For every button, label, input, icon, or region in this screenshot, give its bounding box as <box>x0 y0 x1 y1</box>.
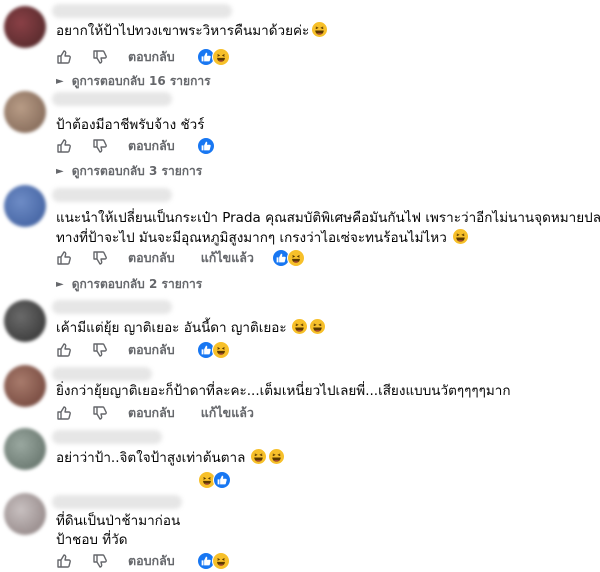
avatar[interactable] <box>4 91 46 133</box>
chevron-right-icon: ► <box>56 165 64 177</box>
reply-button[interactable]: ตอบกลับ <box>128 551 175 571</box>
reply-button[interactable]: ตอบกลับ <box>128 403 175 423</box>
comment-actions: ตอบกลับ <box>56 46 201 68</box>
reply-button[interactable]: ตอบกลับ <box>128 340 175 360</box>
thumbs-down-icon[interactable] <box>92 405 108 421</box>
commenter-name[interactable] <box>52 300 172 314</box>
reaction-summary[interactable] <box>197 340 230 360</box>
avatar[interactable] <box>4 428 46 470</box>
comment-text: อย่าว่าป้า..จิตใจป้าสูงเท่าต้นตาล <box>56 447 285 470</box>
chevron-right-icon: ► <box>56 278 64 290</box>
thumbs-up-icon[interactable] <box>56 553 72 569</box>
commenter-name[interactable] <box>52 495 182 509</box>
comment-actions: ตอบกลับ <box>56 135 201 157</box>
like-reaction-icon <box>197 137 215 155</box>
reply-button[interactable]: ตอบกลับ <box>128 248 175 268</box>
haha-emoji-icon <box>251 449 267 464</box>
thumbs-down-icon[interactable] <box>92 49 108 65</box>
commenter-name[interactable] <box>52 430 162 444</box>
comment-text: ป้าชอบ ที่วัด <box>56 532 128 548</box>
thumbs-down-icon[interactable] <box>92 138 108 154</box>
thumbs-up-icon[interactable] <box>56 405 72 421</box>
view-replies-link[interactable]: ► ดูการตอบกลับ 16 รายการ <box>56 72 211 90</box>
edited-label[interactable]: แก้ไขแล้ว <box>201 248 254 268</box>
chevron-right-icon: ► <box>56 75 64 87</box>
haha-reaction-icon <box>212 48 230 66</box>
thumbs-up-icon[interactable] <box>56 138 72 154</box>
commenter-name[interactable] <box>52 4 232 18</box>
haha-emoji-icon <box>291 319 307 334</box>
reaction-summary[interactable] <box>197 136 215 156</box>
sweat-smile-emoji-icon <box>452 229 468 244</box>
reaction-summary[interactable] <box>272 248 305 268</box>
haha-emoji-icon <box>309 319 325 334</box>
thumbs-down-icon[interactable] <box>92 250 108 266</box>
haha-emoji-icon <box>269 449 285 464</box>
reply-button[interactable]: ตอบกลับ <box>128 47 175 67</box>
comment-actions: ตอบกลับ <box>56 339 201 361</box>
like-reaction-icon <box>213 471 231 489</box>
view-replies-label: ดูการตอบกลับ 16 รายการ <box>71 73 211 88</box>
view-replies-label: ดูการตอบกลับ 2 รายการ <box>71 276 203 291</box>
view-replies-link[interactable]: ► ดูการตอบกลับ 3 รายการ <box>56 162 202 180</box>
comment-text: ยิ่งกว่ายุ้ยญาติเยอะก็ป้าดาที่ละคะ...เต็… <box>56 383 511 399</box>
comment-actions: ตอบกลับ แก้ไขแล้ว <box>56 247 280 269</box>
thumbs-down-icon[interactable] <box>92 553 108 569</box>
commenter-name[interactable] <box>52 188 172 202</box>
avatar[interactable] <box>4 493 46 535</box>
comment-text: อยากให้ป้าไปทวงเขาพระวิหารคืนมาด้วยค่ะ <box>56 20 328 43</box>
commenter-name[interactable] <box>52 367 152 381</box>
comment-text: ป้าต้องมีอาชีพรับจ้าง ชัวร์ <box>56 117 205 133</box>
haha-reaction-icon <box>212 341 230 359</box>
reply-button[interactable]: ตอบกลับ <box>128 136 175 156</box>
thumbs-up-icon[interactable] <box>56 342 72 358</box>
haha-reaction-icon <box>287 249 305 267</box>
avatar[interactable] <box>4 185 46 227</box>
reaction-summary[interactable] <box>197 47 230 67</box>
reaction-summary[interactable] <box>197 551 230 571</box>
thumbs-up-icon[interactable] <box>56 49 72 65</box>
avatar[interactable] <box>4 365 46 407</box>
view-replies-label: ดูการตอบกลับ 3 รายการ <box>71 163 203 178</box>
edited-label[interactable]: แก้ไขแล้ว <box>201 403 254 423</box>
comment-actions: ตอบกลับ แก้ไขแล้ว <box>56 402 280 424</box>
thumbs-up-icon[interactable] <box>56 250 72 266</box>
haha-reaction-icon <box>212 552 230 570</box>
rofl-emoji-icon <box>312 22 328 37</box>
comment-text: เค้ามีแต่ยุ้ย ญาติเยอะ อันนี้ดา ญาติเยอะ <box>56 317 325 340</box>
reaction-summary[interactable] <box>198 470 231 490</box>
comment-actions: ตอบกลับ <box>56 550 201 572</box>
avatar[interactable] <box>4 300 46 342</box>
avatar[interactable] <box>4 6 46 48</box>
view-replies-link[interactable]: ► ดูการตอบกลับ 2 รายการ <box>56 275 202 293</box>
thumbs-down-icon[interactable] <box>92 342 108 358</box>
commenter-name[interactable] <box>52 92 172 106</box>
